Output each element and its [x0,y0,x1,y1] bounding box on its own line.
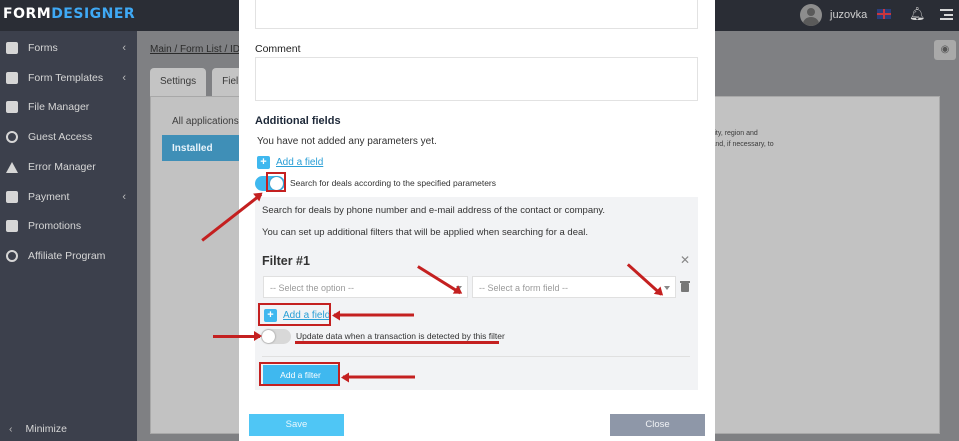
annotation-arrow-add-field [334,314,414,317]
chevron-left-icon: ‹ [122,191,126,203]
annotation-box-add-filter [259,362,340,386]
annotation-arrow-update-toggle [213,331,262,340]
search-info-text-2: You can set up additional filters that w… [262,227,589,238]
tab-settings[interactable]: Settings [150,68,207,96]
eye-icon[interactable]: ◉ [934,40,956,60]
forms-icon [6,42,18,54]
background-tabs: Settings Fiel [150,68,249,96]
templates-icon [6,72,18,84]
add-field-link[interactable]: Add a field [276,157,323,168]
sidebar-item-affiliate-program[interactable]: Affiliate Program [0,243,137,269]
no-params-text: You have not added any parameters yet. [257,136,437,147]
logo-text-2: DESIGNER [51,6,136,22]
sidebar-item-guest-access[interactable]: Guest Access [0,124,137,150]
sidebar-item-form-templates[interactable]: Form Templates ‹ [0,65,137,91]
sidebar-item-payment[interactable]: Payment ‹ [0,184,137,210]
breadcrumb[interactable]: Main / Form List / ID: 1 [150,44,251,55]
user-circle-icon [6,131,18,143]
chevron-left-icon: ‹ [122,42,126,54]
caret-down-icon [664,286,670,290]
menu-icon[interactable] [940,9,953,20]
comment-label: Comment [255,43,301,55]
sidebar-item-label: Forms [28,42,58,54]
save-button[interactable]: Save [249,414,344,436]
minimize-button[interactable]: ‹ Minimize [0,418,137,440]
all-applications-tab[interactable]: All applications [172,116,239,127]
username: juzovka [830,9,868,21]
avatar [800,4,822,26]
installed-tab[interactable]: Installed [162,135,240,161]
uk-flag-icon[interactable] [877,9,891,19]
sidebar-item-label: File Manager [28,101,90,113]
search-info-text-1: Search for deals by phone number and e-m… [262,205,606,216]
annotation-box-add-field [258,303,331,326]
chevron-left-icon: ‹ [9,423,13,435]
sidebar-item-label: Promotions [28,220,82,232]
search-deals-label: Search for deals according to the specif… [290,178,497,188]
user-menu[interactable]: juzovka [800,4,867,26]
dollar-icon [6,250,18,262]
filter-title: Filter #1 [262,254,310,268]
sidebar-item-label: Payment [28,191,70,203]
previous-field-input[interactable] [255,0,698,29]
folder-icon [6,101,18,113]
toggle-knob [262,330,275,343]
sidebar-item-label: Affiliate Program [28,250,106,262]
minimize-label: Minimize [25,423,67,435]
option-select-placeholder: -- Select the option -- [270,283,355,293]
close-button[interactable]: Close [610,414,705,436]
comment-input[interactable] [255,57,698,101]
sidebar-item-promotions[interactable]: Promotions [0,213,137,239]
sidebar-item-file-manager[interactable]: File Manager [0,94,137,120]
chevron-left-icon: ‹ [122,72,126,84]
warning-icon [6,161,18,173]
logo-text-1: FORM [3,6,52,22]
sidebar-item-error-manager[interactable]: Error Manager [0,154,137,180]
app-logo[interactable]: FORMDESIGNER [3,6,135,22]
sidebar-item-label: Guest Access [28,131,93,143]
close-filter-icon[interactable]: ✕ [680,253,690,267]
form-field-select-placeholder: -- Select a form field -- [479,283,569,293]
bell-icon[interactable]: 🔔︎ [909,6,926,22]
update-data-toggle[interactable] [261,329,291,344]
plus-icon[interactable]: + [257,156,270,169]
trash-icon[interactable] [680,281,690,292]
annotation-underline [295,341,499,344]
background-description: e city, region and P and, if necessary, … [705,130,774,148]
sidebar-item-label: Form Templates [28,72,104,84]
update-data-label: Update data when a transaction is detect… [296,331,505,341]
sidebar-item-label: Error Manager [28,161,96,173]
sidebar-item-forms[interactable]: Forms ‹ [0,35,137,61]
additional-fields-heading: Additional fields [255,115,341,127]
annotation-arrow-add-filter [343,376,415,379]
payment-icon [6,191,18,203]
gift-icon [6,220,18,232]
divider [262,356,690,357]
annotation-box-toggle [266,172,286,192]
